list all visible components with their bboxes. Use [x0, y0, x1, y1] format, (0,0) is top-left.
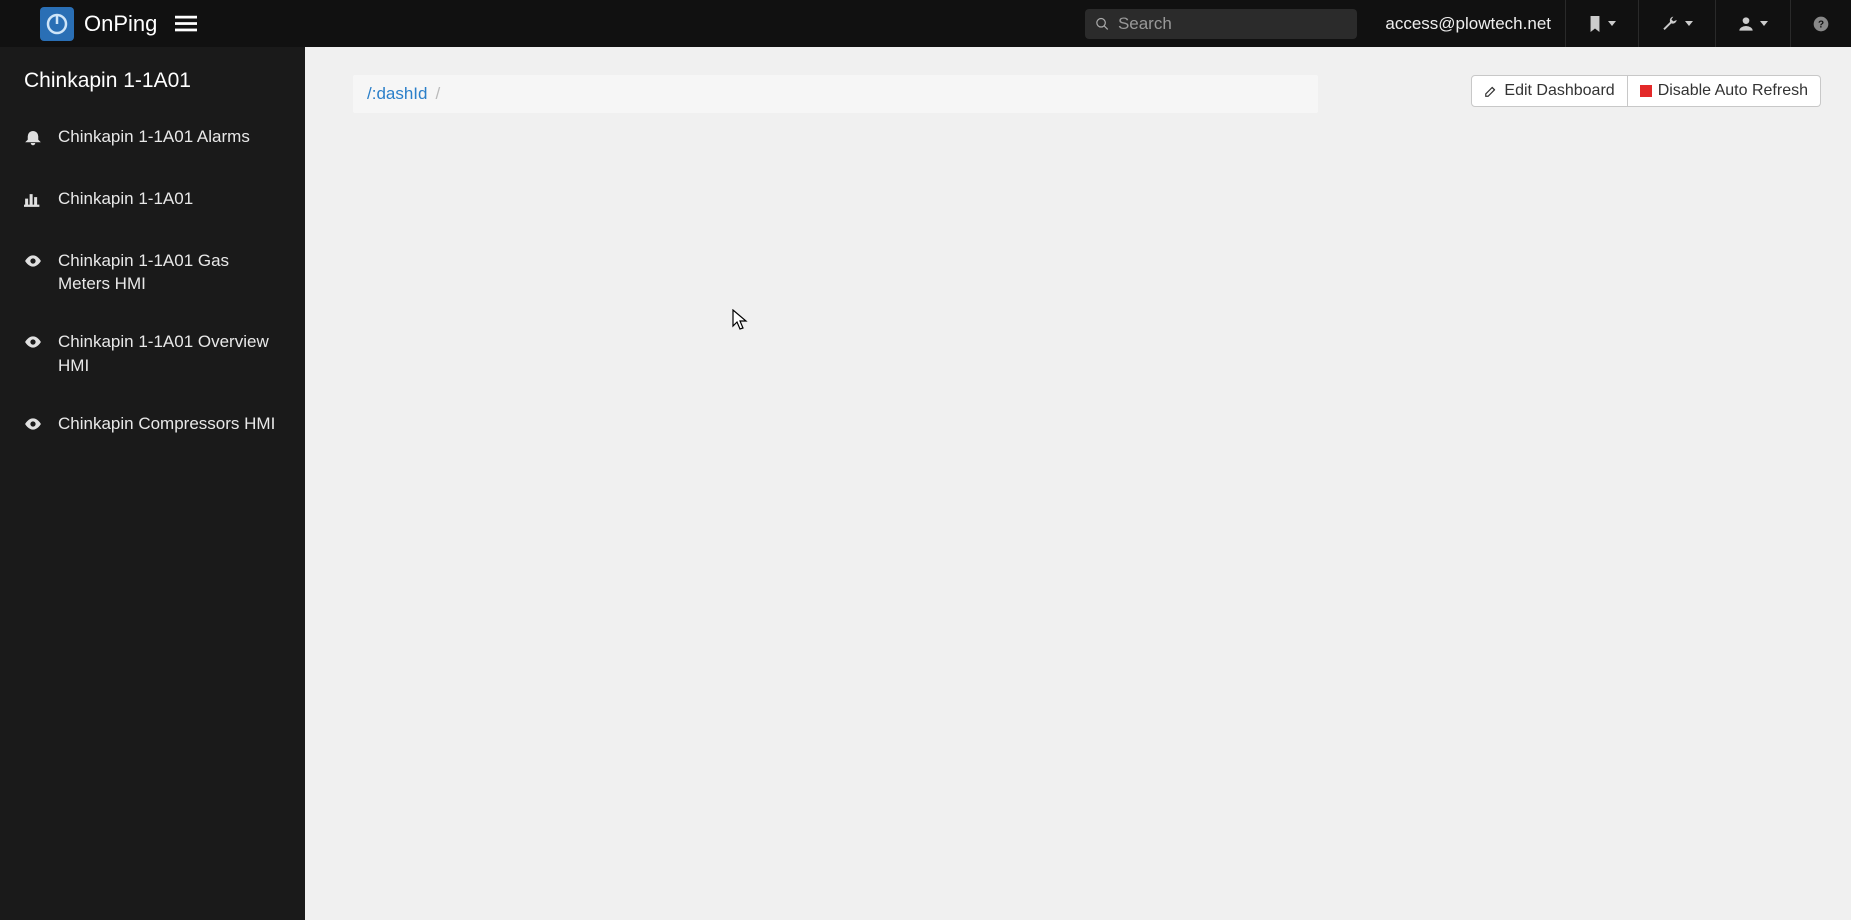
disable-auto-refresh-button[interactable]: Disable Auto Refresh — [1628, 75, 1821, 107]
brand-name: OnPing — [84, 11, 157, 37]
sidebar-item-label: Chinkapin Compressors HMI — [58, 412, 281, 436]
sidebar-item-label: Chinkapin 1-1A01 Alarms — [58, 125, 281, 149]
sidebar: Chinkapin 1-1A01 Chinkapin 1-1A01 Alarms… — [0, 47, 305, 920]
dashboard-controls: Edit Dashboard Disable Auto Refresh — [1471, 75, 1821, 107]
user-menu[interactable] — [1715, 0, 1790, 47]
sidebar-item-label: Chinkapin 1-1A01 — [58, 187, 281, 211]
main-content: Edit Dashboard Disable Auto Refresh /:da… — [305, 47, 1851, 920]
help-menu[interactable]: ? — [1790, 0, 1851, 47]
caret-down-icon — [1685, 21, 1693, 26]
bell-icon — [24, 128, 42, 153]
eye-icon — [24, 252, 42, 277]
bar-chart-icon — [24, 190, 42, 215]
help-icon: ? — [1813, 16, 1829, 32]
sidebar-item-gas-meters-hmi[interactable]: Chinkapin 1-1A01 Gas Meters HMI — [24, 249, 281, 297]
topbar-right: access@plowtech.net ? — [1085, 0, 1851, 47]
user-icon — [1738, 16, 1754, 32]
svg-text:?: ? — [1818, 19, 1824, 30]
sidebar-item-overview-hmi[interactable]: Chinkapin 1-1A01 Overview HMI — [24, 330, 281, 378]
sidebar-item-label: Chinkapin 1-1A01 Gas Meters HMI — [58, 249, 281, 297]
caret-down-icon — [1608, 21, 1616, 26]
brand[interactable]: OnPing — [0, 7, 157, 41]
breadcrumb: /:dashId / — [353, 75, 1318, 113]
bookmark-icon — [1588, 16, 1602, 32]
sidebar-item-compressors-hmi[interactable]: Chinkapin Compressors HMI — [24, 412, 281, 440]
breadcrumb-separator: / — [432, 84, 445, 104]
wrench-icon — [1661, 16, 1679, 32]
edit-icon — [1484, 84, 1498, 98]
breadcrumb-link[interactable]: /:dashId — [363, 84, 432, 104]
sidebar-title: Chinkapin 1-1A01 — [24, 69, 281, 93]
sidebar-item-alarms[interactable]: Chinkapin 1-1A01 Alarms — [24, 125, 281, 153]
edit-dashboard-label: Edit Dashboard — [1504, 82, 1614, 100]
sidebar-item-label: Chinkapin 1-1A01 Overview HMI — [58, 330, 281, 378]
caret-down-icon — [1760, 21, 1768, 26]
disable-auto-refresh-label: Disable Auto Refresh — [1658, 82, 1808, 100]
brand-logo-icon — [40, 7, 74, 41]
bookmark-menu[interactable] — [1565, 0, 1638, 47]
eye-icon — [24, 415, 42, 440]
eye-icon — [24, 333, 42, 358]
search-icon — [1095, 16, 1110, 32]
edit-dashboard-button[interactable]: Edit Dashboard — [1471, 75, 1627, 107]
tools-menu[interactable] — [1638, 0, 1715, 47]
mouse-cursor-icon — [732, 309, 748, 336]
topbar: OnPing access@plowtech.net ? — [0, 0, 1851, 47]
stop-icon — [1640, 85, 1652, 97]
search-box[interactable] — [1085, 9, 1357, 39]
user-email[interactable]: access@plowtech.net — [1371, 0, 1565, 47]
menu-toggle-icon[interactable] — [175, 15, 197, 33]
search-input[interactable] — [1118, 14, 1347, 34]
sidebar-item-dashboard[interactable]: Chinkapin 1-1A01 — [24, 187, 281, 215]
search-wrap — [1085, 0, 1371, 47]
